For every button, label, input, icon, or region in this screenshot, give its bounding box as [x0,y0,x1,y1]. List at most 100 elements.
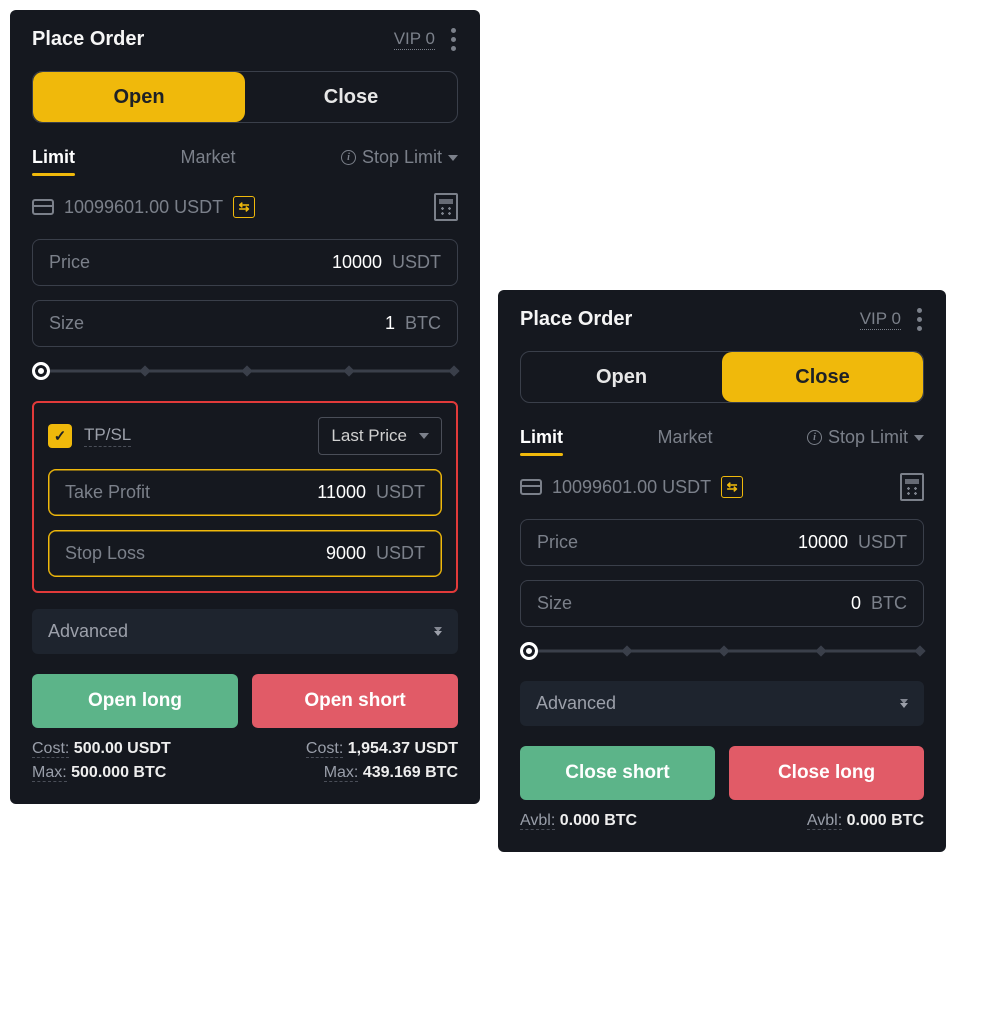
segment-open-button[interactable]: Open [521,352,722,402]
tab-limit[interactable]: Limit [32,141,75,174]
panel-header: Place Order VIP 0 [32,26,458,53]
tp-unit: USDT [376,482,425,503]
vip-link[interactable]: VIP 0 [860,309,901,330]
balance-row: 10099601.00 USDT ⇆ [32,193,458,221]
sl-unit: USDT [376,543,425,564]
slider-tick [718,645,729,656]
info-icon: i [807,430,822,445]
max-label-right: Max: [324,764,359,782]
tab-stop-limit[interactable]: i Stop Limit [807,427,924,448]
sl-value: 9000 [145,543,366,564]
tab-market[interactable]: Market [180,141,235,174]
advanced-toggle[interactable]: Advanced [520,681,924,726]
tpsl-checkbox[interactable]: ✓ [48,424,72,448]
panel-title: Place Order [520,308,632,331]
balance-value: 10099601.00 USDT [64,197,223,218]
vip-area: VIP 0 [394,26,458,53]
segment-close-button[interactable]: Close [722,352,923,402]
slider-tick [621,645,632,656]
size-field[interactable]: Size 1 BTC [32,300,458,347]
size-label: Size [537,593,572,614]
action-buttons: Close short Close long [520,746,924,800]
caret-down-icon [914,435,924,441]
avbl-label-right: Avbl: [807,812,842,830]
slider-tick [448,365,459,376]
order-type-tabs: Limit Market i Stop Limit [520,421,924,455]
tab-limit[interactable]: Limit [520,421,563,454]
price-unit: USDT [858,532,907,553]
tab-stop-limit[interactable]: i Stop Limit [341,147,458,168]
tp-label: Take Profit [65,482,150,503]
price-field[interactable]: Price 10000 USDT [520,519,924,566]
size-slider[interactable] [32,361,458,381]
action-buttons: Open long Open short [32,674,458,728]
avbl-long: 0.000 BTC [847,812,924,829]
stop-loss-field[interactable]: Stop Loss 9000 USDT [48,530,442,577]
vip-link[interactable]: VIP 0 [394,29,435,50]
close-long-button[interactable]: Close long [729,746,924,800]
info-icon: i [341,150,356,165]
slider-tick [815,645,826,656]
cost-short: 1,954.37 USDT [348,740,458,757]
transfer-icon[interactable]: ⇆ [233,196,255,218]
price-label: Price [49,252,90,273]
avbl-label-left: Avbl: [520,812,555,830]
segment-open-button[interactable]: Open [33,72,245,122]
tp-value: 11000 [150,482,366,503]
panel-title: Place Order [32,28,144,51]
expand-icon [900,699,908,708]
avbl-short: 0.000 BTC [560,812,637,829]
take-profit-field[interactable]: Take Profit 11000 USDT [48,469,442,516]
price-value: 10000 [578,532,848,553]
slider-handle[interactable] [520,642,538,660]
panel-header: Place Order VIP 0 [520,306,924,333]
price-source-value: Last Price [331,426,407,446]
open-close-segment: Open Close [32,71,458,123]
avbl-row: Avbl: 0.000 BTC Avbl: 0.000 BTC [520,812,924,830]
price-label: Price [537,532,578,553]
close-short-button[interactable]: Close short [520,746,715,800]
advanced-label: Advanced [536,693,616,714]
size-slider[interactable] [520,641,924,661]
price-unit: USDT [392,252,441,273]
max-label-left: Max: [32,764,67,782]
max-short: 439.169 BTC [363,764,458,781]
cost-long: 500.00 USDT [74,740,171,757]
open-close-segment: Open Close [520,351,924,403]
tab-market[interactable]: Market [657,421,712,454]
tpsl-highlight-box: ✓ TP/SL Last Price Take Profit 11000 USD… [32,401,458,593]
calculator-icon[interactable] [434,193,458,221]
slider-handle[interactable] [32,362,50,380]
balance-value: 10099601.00 USDT [552,477,711,498]
transfer-icon[interactable]: ⇆ [721,476,743,498]
cost-label-left: Cost: [32,740,69,758]
open-short-button[interactable]: Open short [252,674,458,728]
wallet-card-icon [32,199,54,215]
segment-close-button[interactable]: Close [245,72,457,122]
slider-tick [241,365,252,376]
price-source-select[interactable]: Last Price [318,417,442,455]
kebab-menu-icon[interactable] [449,26,458,53]
size-label: Size [49,313,84,334]
size-unit: BTC [405,313,441,334]
order-panel-open: Place Order VIP 0 Open Close Limit Marke… [10,10,480,804]
tab-stop-limit-label: Stop Limit [828,427,908,448]
open-long-button[interactable]: Open long [32,674,238,728]
max-long: 500.000 BTC [71,764,166,781]
caret-down-icon [448,155,458,161]
tpsl-label: TP/SL [84,425,131,447]
price-field[interactable]: Price 10000 USDT [32,239,458,286]
advanced-toggle[interactable]: Advanced [32,609,458,654]
cost-label-right: Cost: [306,740,343,758]
sl-label: Stop Loss [65,543,145,564]
wallet-card-icon [520,479,542,495]
order-type-tabs: Limit Market i Stop Limit [32,141,458,175]
kebab-menu-icon[interactable] [915,306,924,333]
price-value: 10000 [90,252,382,273]
calculator-icon[interactable] [900,473,924,501]
order-panel-close: Place Order VIP 0 Open Close Limit Marke… [498,290,946,852]
size-field[interactable]: Size 0 BTC [520,580,924,627]
caret-down-icon [419,433,429,439]
cost-row: Cost: 500.00 USDT Cost: 1,954.37 USDT [32,740,458,758]
vip-area: VIP 0 [860,306,924,333]
